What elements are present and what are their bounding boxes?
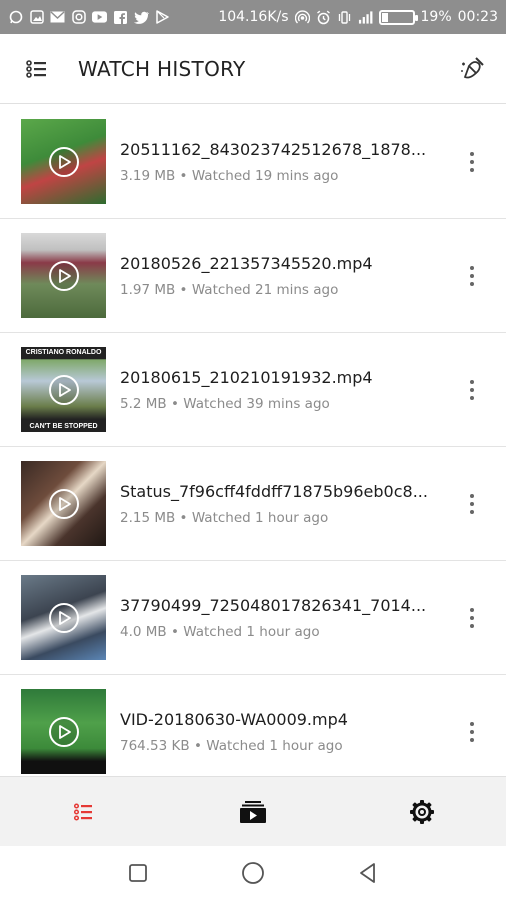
video-meta: 2.15 MB • Watched 1 hour ago	[120, 510, 445, 526]
history-item[interactable]: Status_7f96cff4fddff71875b96eb0c8... 2.1…	[0, 447, 506, 561]
whatsapp-icon	[8, 10, 23, 25]
play-icon	[48, 716, 79, 747]
circle-icon	[242, 862, 264, 884]
clean-history-icon[interactable]	[458, 54, 488, 84]
watched-time: Watched 21 mins ago	[191, 281, 339, 298]
file-size: 2.15 MB	[120, 509, 176, 526]
video-meta: 4.0 MB • Watched 1 hour ago	[120, 624, 445, 640]
history-list: 20511162_843023742512678_1878... 3.19 MB…	[0, 105, 506, 775]
thumbnail-caption-top: CRISTIANO RONALDO	[25, 349, 102, 356]
youtube-icon	[92, 10, 107, 25]
video-thumbnail	[21, 119, 106, 204]
video-meta: 764.53 KB • Watched 1 hour ago	[120, 738, 445, 754]
alarm-icon	[316, 10, 331, 25]
app-bar: WATCH HISTORY	[0, 34, 506, 104]
battery-icon	[378, 9, 418, 25]
video-thumbnail	[21, 575, 106, 660]
video-thumbnail	[21, 689, 106, 774]
more-options-icon[interactable]	[462, 603, 482, 633]
more-options-icon[interactable]	[462, 375, 482, 405]
history-item[interactable]: VID-20180630-WA0009.mp4 764.53 KB • Watc…	[0, 675, 506, 775]
video-meta: 1.97 MB • Watched 21 mins ago	[120, 282, 445, 298]
vibrate-icon	[337, 10, 352, 25]
bottom-tab-bar	[0, 776, 506, 846]
video-thumbnail	[21, 461, 106, 546]
watched-time: Watched 1 hour ago	[183, 623, 320, 640]
battery-level-fill	[381, 12, 388, 22]
back-triangle-icon	[360, 863, 376, 883]
video-folder-icon	[240, 800, 266, 823]
meta-separator: •	[189, 737, 207, 754]
more-options-icon[interactable]	[462, 489, 482, 519]
file-size: 5.2 MB	[120, 395, 167, 412]
history-item[interactable]: 20180526_221357345520.mp4 1.97 MB • Watc…	[0, 219, 506, 333]
clock: 00:23	[457, 9, 498, 25]
twitter-icon	[134, 10, 149, 25]
video-file-name: 20511162_843023742512678_1878...	[120, 139, 427, 159]
video-file-name: 37790499_725048017826341_7014...	[120, 595, 427, 615]
back-button[interactable]	[348, 853, 388, 893]
hotspot-icon	[294, 9, 310, 25]
play-icon	[48, 602, 79, 633]
video-thumbnail	[21, 233, 106, 318]
meta-separator: •	[166, 623, 184, 640]
file-size: 764.53 KB	[120, 737, 190, 754]
play-icon	[48, 374, 79, 405]
network-speed: 104.16K/s	[218, 9, 289, 25]
play-icon	[48, 488, 79, 519]
video-file-name: 20180526_221357345520.mp4	[120, 253, 373, 273]
playstore-icon	[155, 10, 170, 25]
history-item[interactable]: CRISTIANO RONALDO CAN'T BE STOPPED 20180…	[0, 333, 506, 447]
tab-videos[interactable]	[169, 777, 338, 846]
system-status: 104.16K/s 19% 00:23	[218, 9, 498, 25]
play-icon	[48, 146, 79, 177]
gear-icon	[409, 799, 434, 824]
history-list-icon	[74, 802, 93, 821]
meta-separator: •	[175, 509, 192, 526]
tab-settings[interactable]	[337, 777, 506, 846]
history-item[interactable]: 37790499_725048017826341_7014... 4.0 MB …	[0, 561, 506, 675]
watched-time: Watched 19 mins ago	[191, 167, 339, 184]
square-icon	[128, 864, 147, 882]
play-icon	[48, 260, 79, 291]
more-options-icon[interactable]	[462, 717, 482, 747]
instagram-icon	[71, 10, 86, 25]
video-file-name: VID-20180630-WA0009.mp4	[120, 709, 348, 729]
meta-separator: •	[175, 167, 192, 184]
video-file-name: Status_7f96cff4fddff71875b96eb0c8...	[120, 481, 428, 501]
file-size: 1.97 MB	[120, 281, 176, 298]
battery-percent: 19%	[420, 9, 452, 25]
gallery-icon	[29, 10, 44, 25]
home-button[interactable]	[233, 853, 273, 893]
watched-time: Watched 1 hour ago	[191, 509, 329, 526]
mail-icon	[50, 10, 65, 25]
thumbnail-caption-bottom: CAN'T BE STOPPED	[29, 423, 98, 430]
notification-icons	[8, 10, 170, 25]
meta-separator: •	[175, 281, 192, 298]
facebook-icon	[113, 10, 128, 25]
page-title: WATCH HISTORY	[78, 56, 246, 81]
list-icon[interactable]	[24, 56, 50, 82]
more-options-icon[interactable]	[462, 261, 482, 291]
video-thumbnail: CRISTIANO RONALDO CAN'T BE STOPPED	[21, 347, 106, 432]
status-bar: 104.16K/s 19% 00:23	[0, 0, 506, 34]
signal-icon	[358, 10, 373, 25]
more-options-icon[interactable]	[462, 147, 482, 177]
tab-history[interactable]	[0, 777, 169, 846]
file-size: 4.0 MB	[120, 623, 167, 640]
history-item[interactable]: 20511162_843023742512678_1878... 3.19 MB…	[0, 105, 506, 219]
watched-time: Watched 1 hour ago	[206, 737, 343, 754]
meta-separator: •	[166, 395, 184, 412]
video-file-name: 20180615_210210191932.mp4	[120, 367, 373, 387]
watched-time: Watched 39 mins ago	[183, 395, 330, 412]
system-navigation-bar	[0, 846, 506, 900]
recents-button[interactable]	[118, 853, 158, 893]
video-meta: 3.19 MB • Watched 19 mins ago	[120, 168, 445, 184]
file-size: 3.19 MB	[120, 167, 176, 184]
video-meta: 5.2 MB • Watched 39 mins ago	[120, 396, 445, 412]
